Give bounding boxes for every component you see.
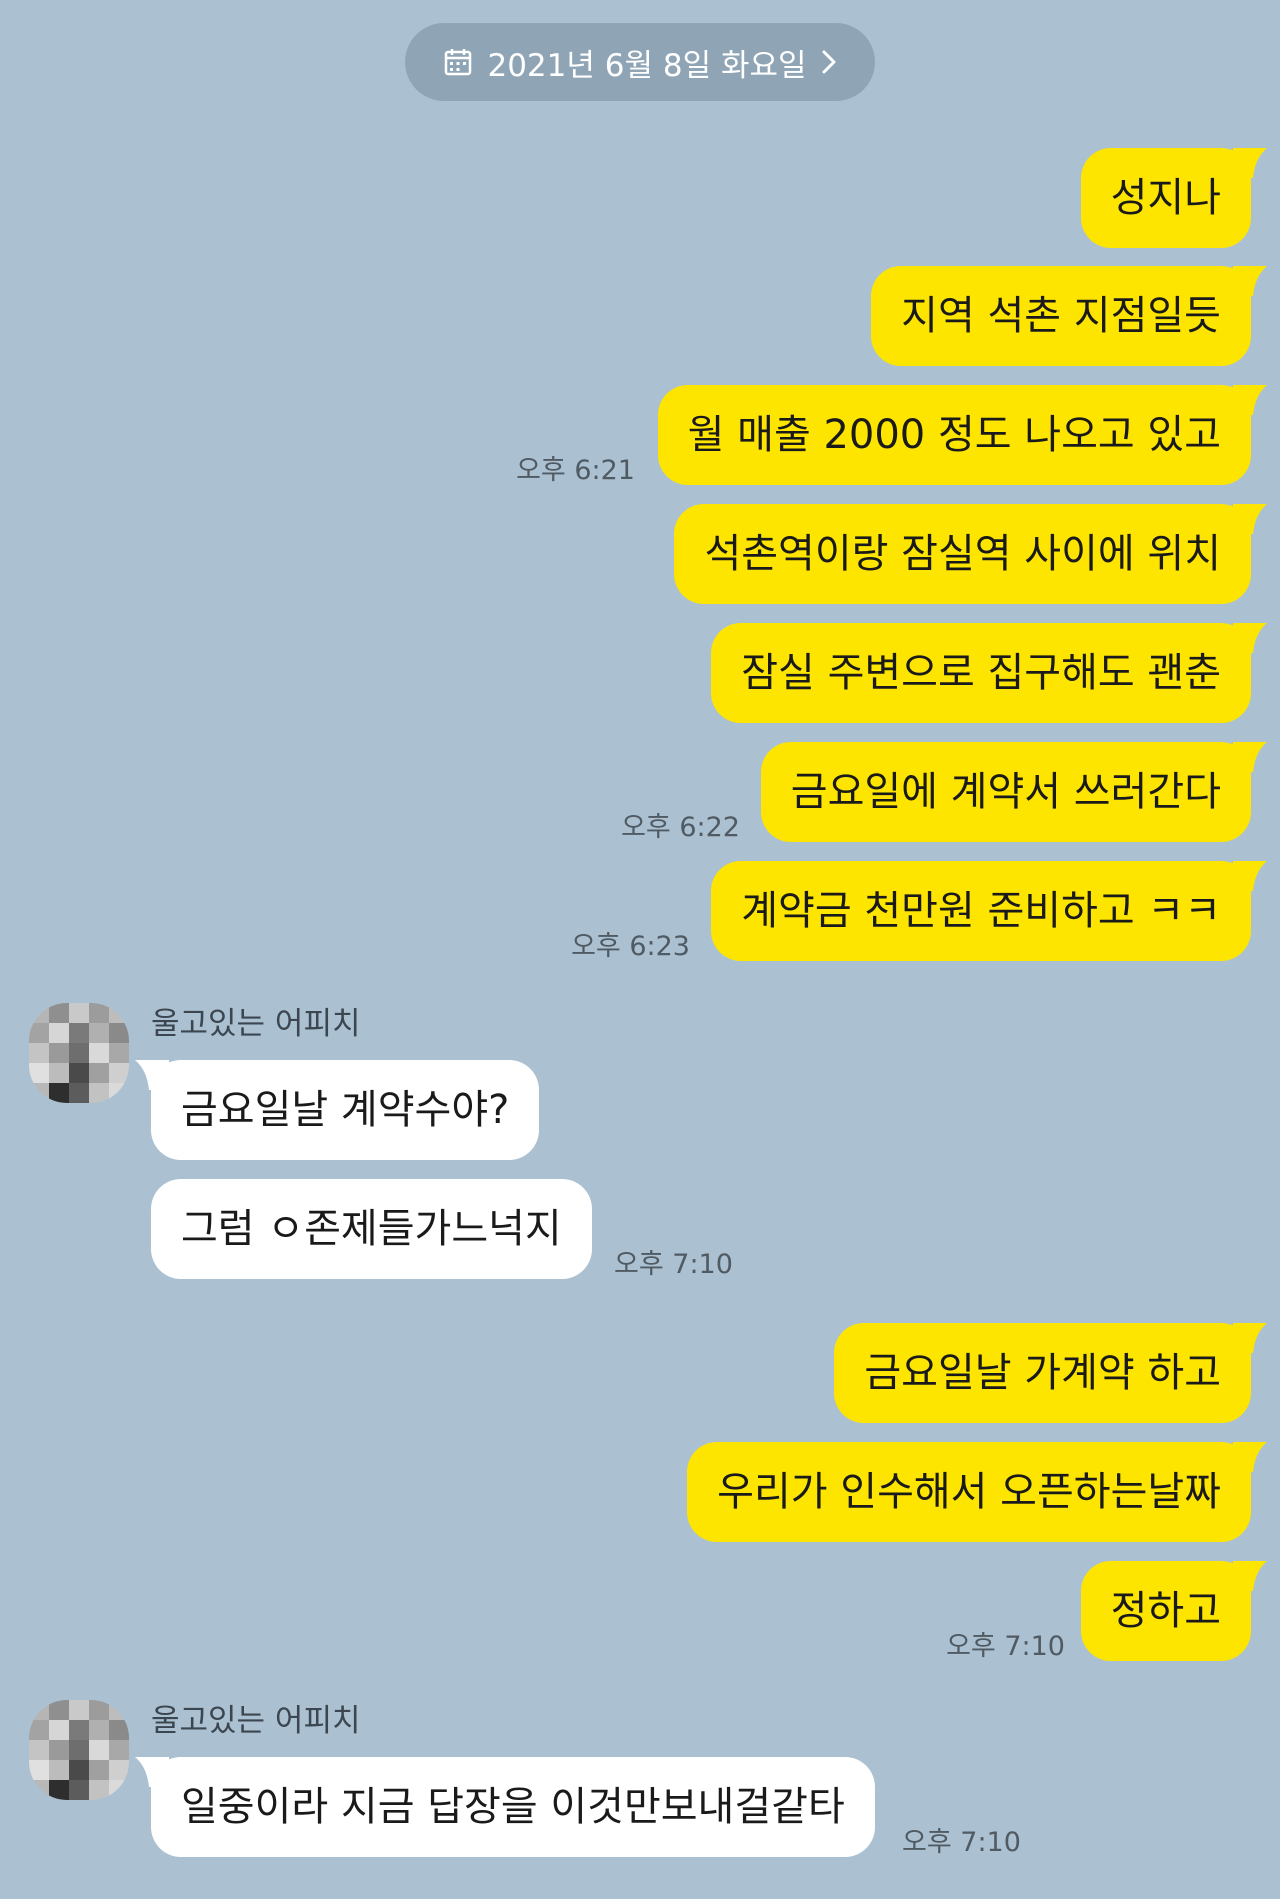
date-label: 2021년 6월 8일 화요일 (487, 47, 807, 84)
message-text: 그럼 ㅇ존제들가느넉지 (181, 1206, 562, 1252)
my-message-bubble[interactable]: 지역 석촌 지점일듯 (871, 266, 1267, 366)
my-message-bubble[interactable]: 석촌역이랑 잠실역 사이에 위치 (674, 504, 1267, 604)
message-timestamp: 오후 6:21 (516, 455, 635, 486)
bubble-tail (1233, 1442, 1267, 1472)
bubble-tail (135, 1757, 169, 1787)
date-divider[interactable]: 2021년 6월 8일 화요일 (405, 23, 875, 101)
message-text: 지역 석촌 지점일듯 (901, 293, 1221, 339)
contact-avatar[interactable] (29, 1700, 129, 1800)
message-text: 계약금 천만원 준비하고 ㅋㅋ (741, 888, 1221, 934)
message-text: 정하고 (1110, 1588, 1221, 1634)
my-message-bubble[interactable]: 금요일에 계약서 쓰러간다 (760, 742, 1267, 842)
message-timestamp: 오후 7:10 (614, 1249, 733, 1280)
my-message-bubble[interactable]: 월 매출 2000 정도 나오고 있고 (657, 385, 1267, 485)
bubble-tail (1233, 742, 1267, 772)
my-message-bubble[interactable]: 우리가 인수해서 오픈하는날짜 (687, 1442, 1267, 1542)
message-text: 우리가 인수해서 오픈하는날짜 (717, 1469, 1221, 1515)
bubble-tail (135, 1060, 169, 1090)
message-text: 석촌역이랑 잠실역 사이에 위치 (704, 531, 1221, 577)
message-text: 일중이라 지금 답장을 이것만보내걸같타 (181, 1784, 845, 1830)
bubble-tail (1233, 861, 1267, 891)
message-text: 잠실 주변으로 집구해도 괜춘 (741, 650, 1221, 696)
message-text: 성지나 (1110, 175, 1221, 221)
bubble-tail (1233, 504, 1267, 534)
chevron-right-icon (821, 49, 837, 75)
message-text: 금요일날 가계약 하고 (864, 1350, 1221, 1396)
their-message-bubble[interactable]: 금요일날 계약수야? (135, 1060, 540, 1160)
bubble-tail (1233, 1561, 1267, 1591)
bubble-tail (1233, 623, 1267, 653)
my-message-bubble[interactable]: 금요일날 가계약 하고 (834, 1323, 1267, 1423)
bubble-tail (1233, 266, 1267, 296)
contact-avatar[interactable] (29, 1003, 129, 1103)
my-message-bubble[interactable]: 정하고 (1080, 1561, 1267, 1661)
contact-name: 울고있는 어피치 (151, 1703, 361, 1739)
message-text: 금요일날 계약수야? (181, 1087, 510, 1133)
bubble-tail (1233, 385, 1267, 415)
bubble-tail (1233, 148, 1267, 178)
message-timestamp: 오후 7:10 (902, 1827, 1021, 1858)
message-timestamp: 오후 6:22 (621, 812, 740, 843)
message-text: 월 매출 2000 정도 나오고 있고 (687, 412, 1221, 458)
their-message-bubble[interactable]: 일중이라 지금 답장을 이것만보내걸같타 (135, 1757, 875, 1857)
their-message-bubble[interactable]: 그럼 ㅇ존제들가느넉지 (151, 1179, 592, 1279)
my-message-bubble[interactable]: 성지나 (1080, 148, 1267, 248)
message-timestamp: 오후 7:10 (946, 1631, 1065, 1662)
my-message-bubble[interactable]: 잠실 주변으로 집구해도 괜춘 (711, 623, 1267, 723)
message-text: 금요일에 계약서 쓰러간다 (790, 769, 1221, 815)
my-message-bubble[interactable]: 계약금 천만원 준비하고 ㅋㅋ (711, 861, 1267, 961)
calendar-icon (443, 47, 473, 77)
bubble-tail (1233, 1323, 1267, 1353)
contact-name: 울고있는 어피치 (151, 1006, 361, 1042)
message-timestamp: 오후 6:23 (571, 931, 690, 962)
